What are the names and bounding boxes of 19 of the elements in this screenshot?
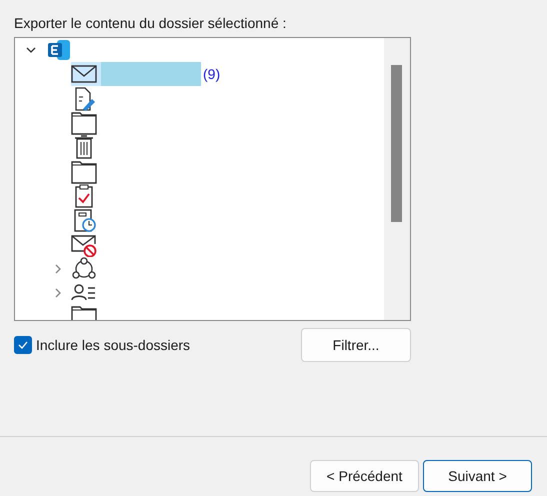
folder-item[interactable] <box>71 256 97 281</box>
folder-icon <box>71 111 97 136</box>
network-icon <box>71 256 97 281</box>
scrollbar-thumb[interactable] <box>391 65 402 222</box>
prompt-label: Exporter le contenu du dossier sélectionné : <box>14 14 288 33</box>
folder-item[interactable] <box>71 232 97 257</box>
back-button[interactable]: < Précédent <box>310 460 419 492</box>
check-icon <box>17 339 29 351</box>
checkbox-label: Inclure les sous-dossiers <box>36 337 190 353</box>
unread-count: (9) <box>203 66 220 82</box>
envelope-blocked-icon <box>71 232 97 257</box>
filter-button[interactable]: Filtrer... <box>301 328 411 362</box>
scrollbar[interactable] <box>384 38 410 320</box>
next-button[interactable]: Suivant > <box>423 460 532 492</box>
folder-item[interactable] <box>71 111 97 136</box>
folder-icon <box>71 160 97 184</box>
checkbox[interactable] <box>14 336 32 354</box>
folder-item[interactable] <box>71 62 201 86</box>
folder-item[interactable] <box>71 160 97 184</box>
